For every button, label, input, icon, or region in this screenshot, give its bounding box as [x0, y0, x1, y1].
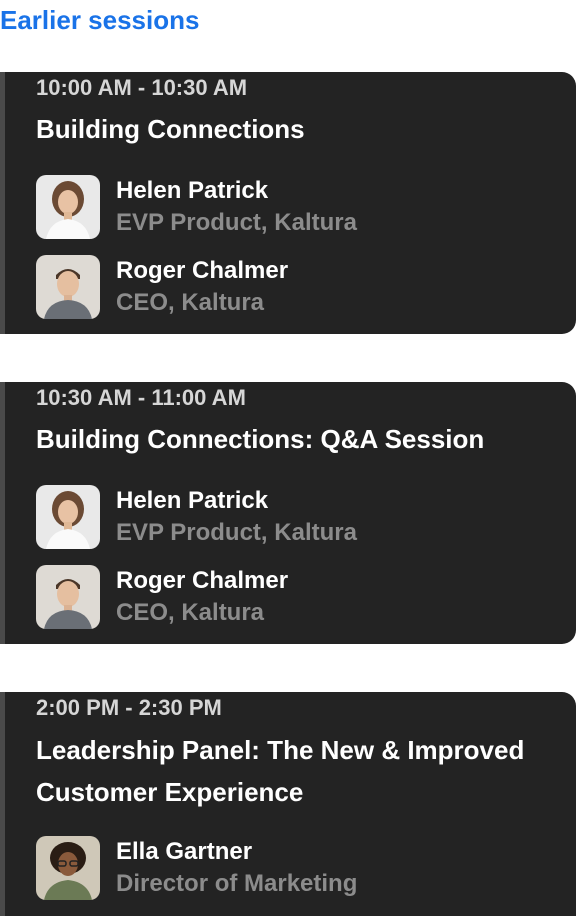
speaker-avatar: [36, 255, 100, 319]
session-title: Leadership Panel: The New & Improved Cus…: [36, 735, 525, 807]
sessions-page: Earlier sessions 10:00 AM - 10:30 AM Bui…: [0, 0, 576, 916]
speaker-avatar: [36, 175, 100, 239]
speaker-name: Helen Patrick: [116, 487, 269, 514]
session-title: Building Connections: Q&A Session: [36, 424, 485, 454]
speaker-item[interactable]: Helen Patrick EVP Product, Kaltura: [36, 175, 556, 239]
session-time: 2:00 PM - 2:30 PM: [36, 695, 222, 720]
speaker-item[interactable]: Ella Gartner Director of Marketing: [36, 836, 556, 900]
session-time: 10:30 AM - 11:00 AM: [36, 385, 246, 410]
speaker-role: CEO, Kaltura: [116, 599, 265, 626]
session-card[interactable]: 10:30 AM - 11:00 AM Building Connections…: [0, 382, 576, 644]
speaker-avatar: [36, 836, 100, 900]
speaker-name: Roger Chalmer: [116, 567, 289, 594]
speaker-name: Ella Gartner: [116, 838, 253, 865]
section-title-earlier-sessions[interactable]: Earlier sessions: [0, 4, 199, 36]
speaker-avatar: [36, 485, 100, 549]
speaker-role: EVP Product, Kaltura: [116, 519, 357, 546]
speaker-item[interactable]: Roger Chalmer CEO, Kaltura: [36, 565, 556, 629]
speaker-role: EVP Product, Kaltura: [116, 209, 357, 236]
speaker-avatar: [36, 565, 100, 629]
speaker-name: Roger Chalmer: [116, 257, 289, 284]
session-card[interactable]: 2:00 PM - 2:30 PM Leadership Panel: The …: [0, 692, 576, 916]
session-time: 10:00 AM - 10:30 AM: [36, 75, 248, 100]
session-card[interactable]: 10:00 AM - 10:30 AM Building Connections…: [0, 72, 576, 334]
speaker-item[interactable]: Helen Patrick EVP Product, Kaltura: [36, 485, 556, 549]
speaker-item[interactable]: Roger Chalmer CEO, Kaltura: [36, 255, 556, 319]
speaker-role: CEO, Kaltura: [116, 289, 265, 316]
session-title: Building Connections: [36, 114, 305, 144]
speaker-name: Helen Patrick: [116, 177, 269, 204]
speaker-role: Director of Marketing: [116, 870, 358, 897]
